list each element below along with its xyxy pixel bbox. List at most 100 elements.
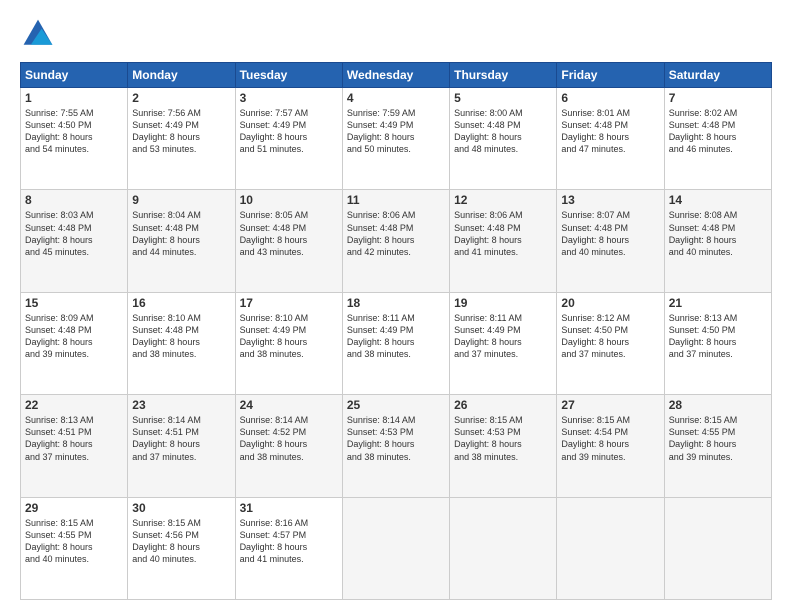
day-number: 11 (347, 193, 445, 207)
calendar-cell: 13 Sunrise: 8:07 AMSunset: 4:48 PMDaylig… (557, 190, 664, 292)
day-number: 27 (561, 398, 659, 412)
day-info: Sunrise: 7:56 AMSunset: 4:49 PMDaylight:… (132, 108, 201, 154)
day-info: Sunrise: 8:06 AMSunset: 4:48 PMDaylight:… (347, 210, 416, 256)
calendar-cell: 10 Sunrise: 8:05 AMSunset: 4:48 PMDaylig… (235, 190, 342, 292)
calendar-cell: 28 Sunrise: 8:15 AMSunset: 4:55 PMDaylig… (664, 395, 771, 497)
day-number: 22 (25, 398, 123, 412)
logo-icon (20, 16, 56, 52)
day-number: 9 (132, 193, 230, 207)
day-info: Sunrise: 8:14 AMSunset: 4:53 PMDaylight:… (347, 415, 416, 461)
calendar-cell: 21 Sunrise: 8:13 AMSunset: 4:50 PMDaylig… (664, 292, 771, 394)
calendar-cell: 15 Sunrise: 8:09 AMSunset: 4:48 PMDaylig… (21, 292, 128, 394)
day-number: 23 (132, 398, 230, 412)
day-info: Sunrise: 8:15 AMSunset: 4:56 PMDaylight:… (132, 518, 201, 564)
day-info: Sunrise: 8:01 AMSunset: 4:48 PMDaylight:… (561, 108, 630, 154)
calendar-cell: 30 Sunrise: 8:15 AMSunset: 4:56 PMDaylig… (128, 497, 235, 599)
day-info: Sunrise: 8:15 AMSunset: 4:55 PMDaylight:… (669, 415, 738, 461)
calendar-cell: 4 Sunrise: 7:59 AMSunset: 4:49 PMDayligh… (342, 88, 449, 190)
calendar-cell: 26 Sunrise: 8:15 AMSunset: 4:53 PMDaylig… (450, 395, 557, 497)
header (20, 16, 772, 52)
calendar-cell: 9 Sunrise: 8:04 AMSunset: 4:48 PMDayligh… (128, 190, 235, 292)
day-number: 14 (669, 193, 767, 207)
day-number: 13 (561, 193, 659, 207)
calendar-week-2: 8 Sunrise: 8:03 AMSunset: 4:48 PMDayligh… (21, 190, 772, 292)
calendar-cell: 2 Sunrise: 7:56 AMSunset: 4:49 PMDayligh… (128, 88, 235, 190)
day-info: Sunrise: 8:08 AMSunset: 4:48 PMDaylight:… (669, 210, 738, 256)
calendar-cell (664, 497, 771, 599)
calendar-cell: 5 Sunrise: 8:00 AMSunset: 4:48 PMDayligh… (450, 88, 557, 190)
day-info: Sunrise: 8:16 AMSunset: 4:57 PMDaylight:… (240, 518, 309, 564)
calendar-cell: 24 Sunrise: 8:14 AMSunset: 4:52 PMDaylig… (235, 395, 342, 497)
day-number: 15 (25, 296, 123, 310)
calendar-table: SundayMondayTuesdayWednesdayThursdayFrid… (20, 62, 772, 600)
day-info: Sunrise: 8:15 AMSunset: 4:53 PMDaylight:… (454, 415, 523, 461)
calendar-cell: 18 Sunrise: 8:11 AMSunset: 4:49 PMDaylig… (342, 292, 449, 394)
day-info: Sunrise: 8:07 AMSunset: 4:48 PMDaylight:… (561, 210, 630, 256)
header-thursday: Thursday (450, 63, 557, 88)
calendar-cell: 12 Sunrise: 8:06 AMSunset: 4:48 PMDaylig… (450, 190, 557, 292)
day-number: 10 (240, 193, 338, 207)
day-number: 4 (347, 91, 445, 105)
day-info: Sunrise: 8:10 AMSunset: 4:49 PMDaylight:… (240, 313, 309, 359)
calendar-cell: 29 Sunrise: 8:15 AMSunset: 4:55 PMDaylig… (21, 497, 128, 599)
calendar-cell: 31 Sunrise: 8:16 AMSunset: 4:57 PMDaylig… (235, 497, 342, 599)
calendar-cell: 25 Sunrise: 8:14 AMSunset: 4:53 PMDaylig… (342, 395, 449, 497)
day-info: Sunrise: 8:11 AMSunset: 4:49 PMDaylight:… (454, 313, 522, 359)
day-info: Sunrise: 8:15 AMSunset: 4:55 PMDaylight:… (25, 518, 94, 564)
calendar-cell: 27 Sunrise: 8:15 AMSunset: 4:54 PMDaylig… (557, 395, 664, 497)
header-sunday: Sunday (21, 63, 128, 88)
calendar-cell: 19 Sunrise: 8:11 AMSunset: 4:49 PMDaylig… (450, 292, 557, 394)
calendar-cell: 1 Sunrise: 7:55 AMSunset: 4:50 PMDayligh… (21, 88, 128, 190)
header-tuesday: Tuesday (235, 63, 342, 88)
day-info: Sunrise: 8:06 AMSunset: 4:48 PMDaylight:… (454, 210, 523, 256)
day-number: 7 (669, 91, 767, 105)
day-info: Sunrise: 8:09 AMSunset: 4:48 PMDaylight:… (25, 313, 94, 359)
calendar-cell: 20 Sunrise: 8:12 AMSunset: 4:50 PMDaylig… (557, 292, 664, 394)
day-info: Sunrise: 7:59 AMSunset: 4:49 PMDaylight:… (347, 108, 416, 154)
calendar-header-row: SundayMondayTuesdayWednesdayThursdayFrid… (21, 63, 772, 88)
calendar-week-1: 1 Sunrise: 7:55 AMSunset: 4:50 PMDayligh… (21, 88, 772, 190)
calendar-cell: 14 Sunrise: 8:08 AMSunset: 4:48 PMDaylig… (664, 190, 771, 292)
day-number: 31 (240, 501, 338, 515)
day-info: Sunrise: 8:15 AMSunset: 4:54 PMDaylight:… (561, 415, 630, 461)
day-info: Sunrise: 8:11 AMSunset: 4:49 PMDaylight:… (347, 313, 415, 359)
day-info: Sunrise: 8:13 AMSunset: 4:51 PMDaylight:… (25, 415, 94, 461)
logo (20, 16, 60, 52)
day-info: Sunrise: 8:02 AMSunset: 4:48 PMDaylight:… (669, 108, 738, 154)
day-number: 8 (25, 193, 123, 207)
day-number: 2 (132, 91, 230, 105)
calendar-cell: 17 Sunrise: 8:10 AMSunset: 4:49 PMDaylig… (235, 292, 342, 394)
day-info: Sunrise: 8:10 AMSunset: 4:48 PMDaylight:… (132, 313, 201, 359)
page: SundayMondayTuesdayWednesdayThursdayFrid… (0, 0, 792, 612)
header-wednesday: Wednesday (342, 63, 449, 88)
calendar-week-4: 22 Sunrise: 8:13 AMSunset: 4:51 PMDaylig… (21, 395, 772, 497)
day-info: Sunrise: 8:03 AMSunset: 4:48 PMDaylight:… (25, 210, 94, 256)
calendar-cell: 6 Sunrise: 8:01 AMSunset: 4:48 PMDayligh… (557, 88, 664, 190)
day-info: Sunrise: 7:57 AMSunset: 4:49 PMDaylight:… (240, 108, 309, 154)
day-number: 6 (561, 91, 659, 105)
day-number: 29 (25, 501, 123, 515)
day-number: 24 (240, 398, 338, 412)
calendar-cell (557, 497, 664, 599)
day-number: 16 (132, 296, 230, 310)
calendar-cell: 7 Sunrise: 8:02 AMSunset: 4:48 PMDayligh… (664, 88, 771, 190)
day-info: Sunrise: 7:55 AMSunset: 4:50 PMDaylight:… (25, 108, 94, 154)
day-number: 19 (454, 296, 552, 310)
day-number: 12 (454, 193, 552, 207)
day-number: 25 (347, 398, 445, 412)
day-number: 17 (240, 296, 338, 310)
day-number: 1 (25, 91, 123, 105)
calendar-week-3: 15 Sunrise: 8:09 AMSunset: 4:48 PMDaylig… (21, 292, 772, 394)
calendar-cell: 3 Sunrise: 7:57 AMSunset: 4:49 PMDayligh… (235, 88, 342, 190)
header-saturday: Saturday (664, 63, 771, 88)
calendar-cell: 23 Sunrise: 8:14 AMSunset: 4:51 PMDaylig… (128, 395, 235, 497)
calendar-week-5: 29 Sunrise: 8:15 AMSunset: 4:55 PMDaylig… (21, 497, 772, 599)
day-number: 18 (347, 296, 445, 310)
day-info: Sunrise: 8:12 AMSunset: 4:50 PMDaylight:… (561, 313, 630, 359)
calendar-cell (342, 497, 449, 599)
calendar-cell: 11 Sunrise: 8:06 AMSunset: 4:48 PMDaylig… (342, 190, 449, 292)
day-info: Sunrise: 8:14 AMSunset: 4:52 PMDaylight:… (240, 415, 309, 461)
day-info: Sunrise: 8:13 AMSunset: 4:50 PMDaylight:… (669, 313, 738, 359)
day-number: 30 (132, 501, 230, 515)
header-monday: Monday (128, 63, 235, 88)
